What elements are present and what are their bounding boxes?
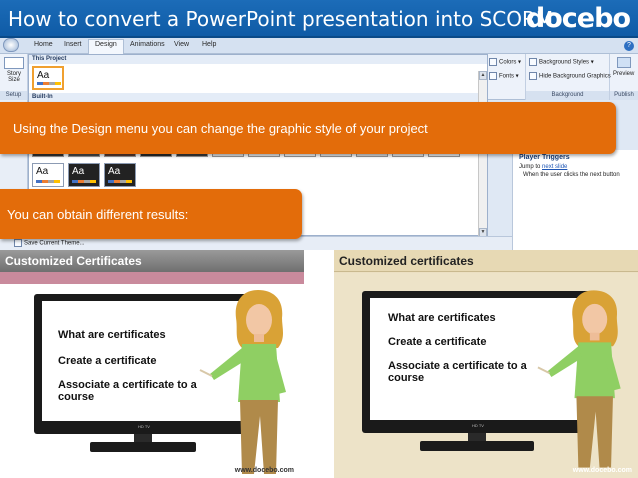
scroll-up-icon[interactable]: ▲ bbox=[479, 71, 487, 80]
slide-title: Customized Certificates bbox=[5, 254, 142, 268]
tab-home[interactable]: Home bbox=[28, 40, 59, 49]
certificate-slide-beige: Customized certificates What are certifi… bbox=[334, 250, 638, 478]
this-project-heading: This Project bbox=[29, 55, 487, 64]
preview-icon[interactable] bbox=[617, 57, 631, 68]
design-menu-callout: Using the Design menu you can change the… bbox=[0, 102, 616, 154]
bullet-item: Associate a certificate to a bbox=[58, 379, 197, 391]
triggers-panel: Player Triggers Jump to next slide When … bbox=[512, 150, 638, 250]
background-group: Background Styles ▾ Hide Background Grap… bbox=[526, 54, 611, 100]
slide-canvas: What are certificates Create a certifica… bbox=[0, 284, 304, 478]
setup-group: Story Size Setup bbox=[0, 54, 28, 100]
tv-neck bbox=[468, 433, 486, 441]
next-slide-link[interactable]: next slide bbox=[542, 164, 567, 170]
publish-group-label: Publish bbox=[610, 91, 638, 100]
trigger-condition: When the user clicks the next button bbox=[523, 172, 620, 178]
help-icon[interactable]: ? bbox=[624, 41, 634, 51]
background-group-label: Background bbox=[526, 91, 609, 100]
theme-thumb-dark[interactable]: Aa bbox=[68, 163, 100, 187]
bullet-item: Create a certificate bbox=[58, 355, 157, 367]
tv-brand-label: HD TV bbox=[138, 424, 150, 429]
setup-group-label: Setup bbox=[0, 91, 27, 100]
tab-view[interactable]: View bbox=[168, 40, 195, 49]
tab-design[interactable]: Design bbox=[88, 39, 124, 54]
save-icon bbox=[14, 239, 22, 247]
results-callout: You can obtain different results: bbox=[0, 189, 302, 239]
theme-options-group: Colors ▾ Fonts ▾ bbox=[486, 54, 526, 100]
tab-insert[interactable]: Insert bbox=[58, 40, 88, 49]
story-size-icon[interactable] bbox=[4, 57, 24, 69]
tab-help[interactable]: Help bbox=[196, 40, 222, 49]
built-in-heading: Built-In bbox=[29, 93, 487, 102]
design-menu-callout-text: Using the Design menu you can change the… bbox=[13, 121, 428, 136]
slide-title-bar: Customized Certificates bbox=[0, 250, 304, 272]
gallery-scrollbar[interactable]: ▲ ▼ bbox=[478, 71, 487, 237]
slide-title: Customized certificates bbox=[339, 254, 474, 268]
theme-thumb-dark-2[interactable]: Aa bbox=[104, 163, 136, 187]
colors-button[interactable]: Colors ▾ bbox=[489, 58, 521, 66]
footer-url: www.docebo.com bbox=[234, 467, 294, 474]
bullet-item: Associate a certificate to a bbox=[388, 360, 527, 372]
tv-base bbox=[90, 442, 196, 452]
title-banner: How to convert a PowerPoint presentation… bbox=[0, 0, 638, 38]
docebo-logo: docebo bbox=[525, 3, 631, 34]
footer-url: www.docebo.com bbox=[572, 467, 632, 474]
bullet-item: course bbox=[388, 372, 425, 384]
presenter-figure bbox=[199, 290, 286, 474]
tab-animations[interactable]: Animations bbox=[124, 40, 171, 49]
page-title: How to convert a PowerPoint presentation… bbox=[8, 7, 554, 31]
story-size-button[interactable]: Story Size bbox=[2, 71, 26, 83]
bullet-item: What are certificates bbox=[58, 329, 166, 341]
font-icon bbox=[489, 72, 497, 80]
results-callout-text: You can obtain different results: bbox=[7, 207, 189, 222]
background-styles-button[interactable]: Background Styles ▾ bbox=[529, 58, 594, 66]
hide-background-checkbox[interactable]: Hide Background Graphics bbox=[529, 72, 611, 80]
checkbox-icon bbox=[529, 72, 537, 80]
player-triggers-heading: Player Triggers bbox=[519, 154, 570, 161]
bullet-item: course bbox=[58, 391, 95, 403]
tv-brand-label: HD TV bbox=[472, 423, 484, 428]
theme-thumb-current[interactable]: Aa bbox=[32, 66, 64, 90]
preview-button[interactable]: Preview bbox=[613, 71, 634, 77]
publish-group: Preview Publish bbox=[610, 54, 638, 100]
fonts-button[interactable]: Fonts ▾ bbox=[489, 72, 519, 80]
color-palette-icon bbox=[489, 58, 497, 66]
slide-title-bar: Customized certificates bbox=[334, 250, 638, 272]
bullet-item: Create a certificate bbox=[388, 336, 487, 348]
office-orb-icon[interactable] bbox=[3, 38, 19, 52]
theme-thumb-white[interactable]: Aa bbox=[32, 163, 64, 187]
certificate-slide-dark: Customized Certificates What are certifi… bbox=[0, 250, 304, 478]
trigger-line: Jump to next slide bbox=[519, 164, 568, 170]
presenter-figure bbox=[537, 290, 621, 468]
tv-neck bbox=[134, 434, 152, 442]
background-styles-icon bbox=[529, 58, 537, 66]
tv-base bbox=[420, 441, 534, 451]
save-theme-button[interactable]: Save Current Theme... bbox=[14, 239, 85, 247]
ribbon-tabs: Home Insert Design Animations View Help … bbox=[0, 38, 638, 54]
slide-canvas: What are certificates Create a certifica… bbox=[334, 273, 638, 478]
bullet-item: What are certificates bbox=[388, 312, 496, 324]
